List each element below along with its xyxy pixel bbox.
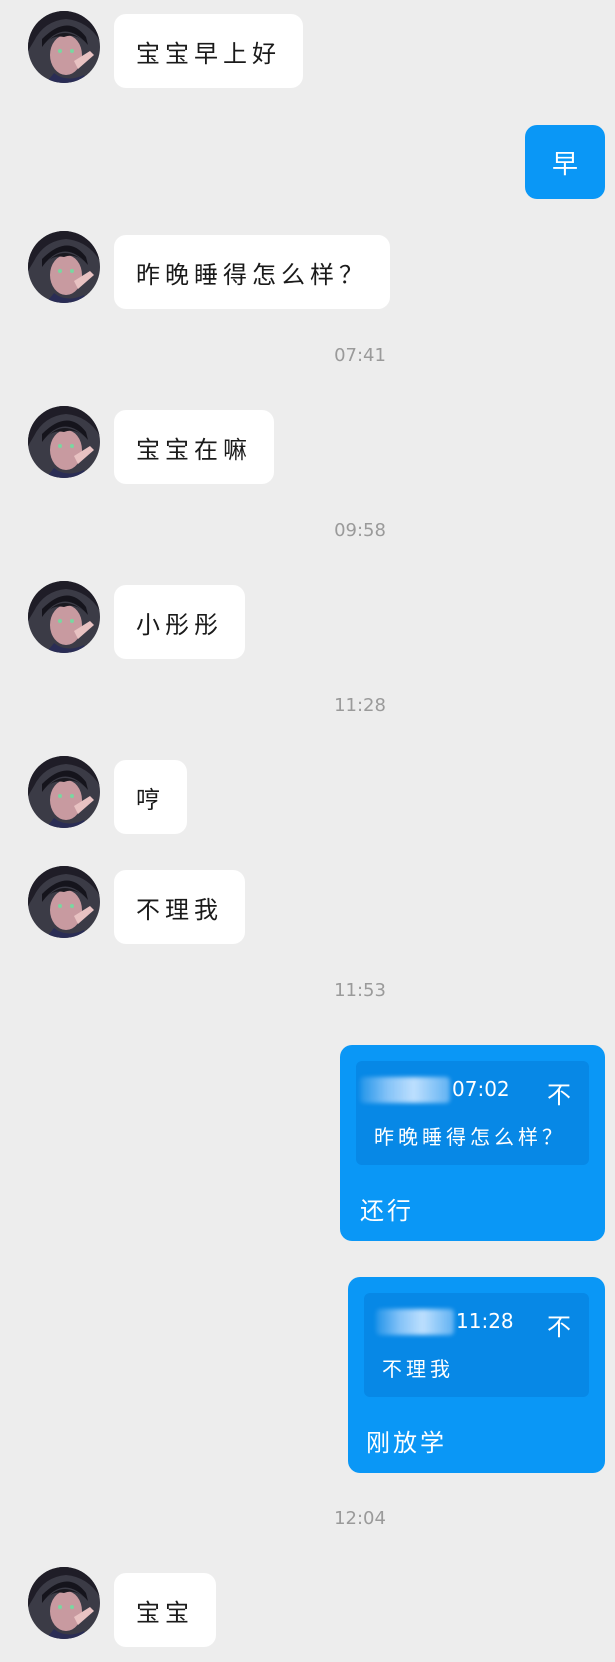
reply-text: 刚放学 [366, 1429, 447, 1457]
blurred-sender-name [360, 1077, 450, 1103]
contact-avatar[interactable] [28, 866, 100, 938]
incoming-message[interactable]: 不理我 [114, 870, 245, 944]
incoming-message[interactable]: 宝宝早上好 [114, 14, 303, 88]
quote-close-icon[interactable]: 不 [547, 1075, 571, 1110]
quoted-reply-message[interactable]: 11:28 不 不理我 刚放学 [348, 1277, 605, 1473]
blurred-sender-name [376, 1309, 454, 1335]
quote-close-icon[interactable]: 不 [547, 1307, 571, 1342]
contact-avatar[interactable] [28, 756, 100, 828]
quoted-reply-message[interactable]: 07:02 不 昨晚睡得怎么样？ 还行 [340, 1045, 605, 1241]
incoming-message[interactable]: 宝宝在嘛 [114, 410, 274, 484]
contact-avatar[interactable] [28, 406, 100, 478]
timestamp: 11:53 [334, 980, 386, 1001]
quote-timestamp: 11:28 [456, 1309, 514, 1333]
contact-avatar[interactable] [28, 581, 100, 653]
quoted-message-box[interactable]: 11:28 不 不理我 [364, 1293, 589, 1397]
timestamp: 12:04 [334, 1508, 386, 1529]
quoted-message-box[interactable]: 07:02 不 昨晚睡得怎么样？ [356, 1061, 589, 1165]
incoming-message[interactable]: 昨晚睡得怎么样？ [114, 235, 390, 309]
quote-timestamp: 07:02 [452, 1077, 510, 1101]
contact-avatar[interactable] [28, 11, 100, 83]
contact-avatar[interactable] [28, 231, 100, 303]
incoming-message[interactable]: 宝宝 [114, 1573, 216, 1647]
quoted-text: 不理我 [382, 1357, 454, 1381]
incoming-message[interactable]: 哼 [114, 760, 187, 834]
timestamp: 09:58 [334, 520, 386, 541]
reply-text: 还行 [360, 1197, 414, 1225]
contact-avatar[interactable] [28, 1567, 100, 1639]
incoming-message[interactable]: 小彤彤 [114, 585, 245, 659]
outgoing-message[interactable]: 早 [525, 125, 605, 199]
quoted-text: 昨晚睡得怎么样？ [374, 1125, 566, 1149]
timestamp: 07:41 [334, 345, 386, 366]
timestamp: 11:28 [334, 695, 386, 716]
